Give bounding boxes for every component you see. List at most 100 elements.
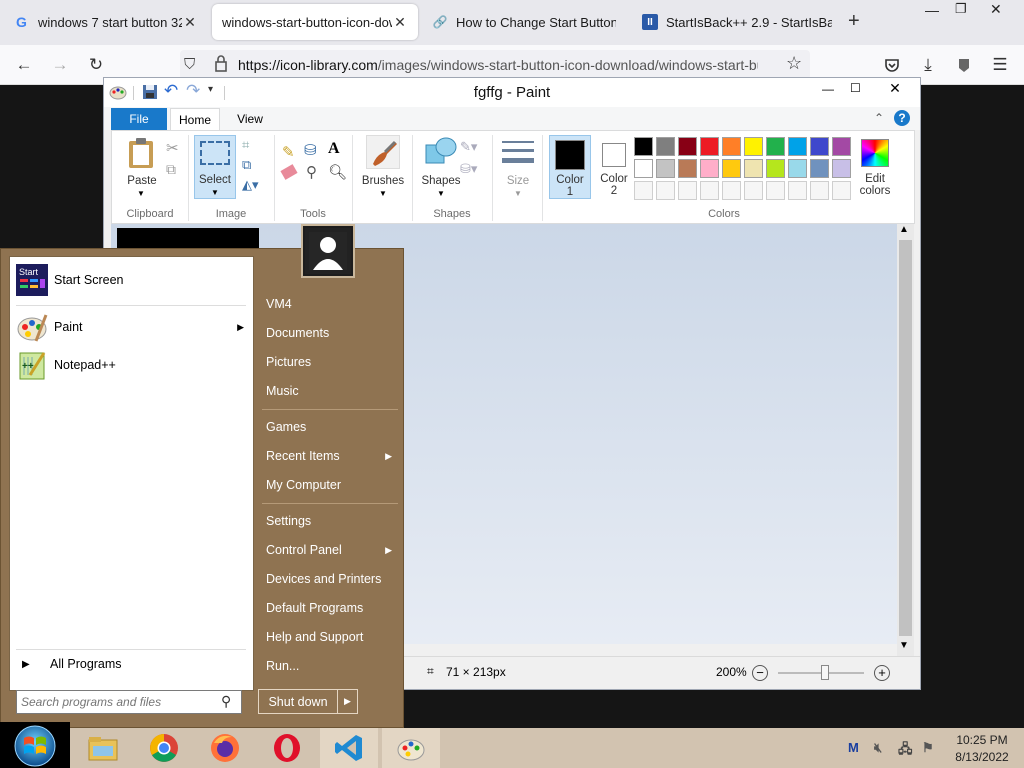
palette-swatch[interactable] — [722, 159, 741, 178]
taskbar-chrome[interactable] — [135, 728, 193, 768]
reload-icon[interactable]: ↻ — [84, 53, 108, 77]
clock-time[interactable]: 10:25 PM — [948, 733, 1016, 747]
start-search-input[interactable]: ⚲ — [16, 690, 242, 714]
paint-minimize-icon[interactable]: — — [822, 82, 834, 96]
lock-icon[interactable] — [214, 55, 228, 73]
palette-swatch[interactable] — [832, 137, 851, 156]
eraser-icon[interactable] — [280, 164, 298, 180]
paint-close-icon[interactable]: ✕ — [878, 80, 912, 100]
taskbar-file-explorer[interactable] — [74, 728, 132, 768]
zoom-in-icon[interactable]: + — [874, 665, 890, 681]
taskbar-vscode[interactable] — [320, 728, 378, 768]
start-right-run[interactable]: Run... — [258, 653, 398, 679]
menu-icon[interactable]: ☰ — [988, 53, 1012, 77]
paint-maximize-icon[interactable]: ☐ — [850, 81, 861, 95]
tab-home[interactable]: Home — [170, 108, 220, 130]
start-item-start-screen[interactable]: Start Start Screen — [16, 262, 248, 298]
browser-tab-1[interactable]: G windows 7 start button 32 x 3 ✕ — [4, 4, 208, 40]
color1-button[interactable]: Color 1 — [549, 135, 591, 199]
palette-swatch[interactable] — [634, 137, 653, 156]
start-right-games[interactable]: Games — [258, 414, 398, 440]
taskbar-paint[interactable] — [382, 728, 440, 768]
palette-swatch[interactable] — [700, 159, 719, 178]
tab-file[interactable]: File — [111, 108, 167, 130]
palette-swatch[interactable] — [810, 181, 829, 200]
fill-bucket-icon[interactable]: ⛁ — [304, 141, 317, 159]
edit-colors-button[interactable]: Edit colors — [855, 135, 895, 199]
browser-tab-4[interactable]: II StartIsBack++ 2.9 - StartIsBac — [632, 4, 842, 40]
rotate-icon[interactable]: ◭▾ — [242, 177, 259, 193]
taskbar-opera[interactable] — [258, 728, 316, 768]
palette-swatch[interactable] — [678, 181, 697, 200]
tab-view[interactable]: View — [228, 108, 272, 130]
palette-swatch[interactable] — [744, 181, 763, 200]
palette-swatch[interactable] — [810, 137, 829, 156]
vertical-scrollbar[interactable]: ▲ ▼ — [897, 224, 914, 656]
color2-button[interactable]: Color 2 — [594, 135, 634, 199]
palette-swatch[interactable] — [634, 159, 653, 178]
palette-swatch[interactable] — [634, 181, 653, 200]
palette-swatch[interactable] — [744, 159, 763, 178]
palette-swatch[interactable] — [832, 159, 851, 178]
start-right-default-programs[interactable]: Default Programs — [258, 595, 398, 621]
palette-swatch[interactable] — [810, 159, 829, 178]
zoom-out-icon[interactable]: − — [752, 665, 768, 681]
start-item-notepadpp[interactable]: ++ Notepad++ — [16, 347, 248, 383]
address-bar[interactable]: ⛉ https://icon-library.com/images/window… — [180, 50, 810, 80]
palette-swatch[interactable] — [766, 137, 785, 156]
start-right-settings[interactable]: Settings — [258, 508, 398, 534]
text-tool-icon[interactable]: A — [328, 140, 340, 158]
pencil-icon[interactable]: ✎ — [282, 143, 295, 161]
size-button[interactable]: Size ▼ — [498, 135, 538, 199]
start-search-field[interactable] — [21, 693, 217, 711]
paste-button[interactable]: Paste ▼ — [120, 135, 164, 199]
browser-tab-3[interactable]: 🔗 How to Change Start Button I — [422, 4, 626, 40]
shield-icon[interactable]: ⛉ — [184, 56, 195, 73]
clock-date[interactable]: 8/13/2022 — [948, 750, 1016, 764]
crop-icon[interactable]: ⌗ — [242, 137, 249, 153]
palette-swatch[interactable] — [744, 137, 763, 156]
minimize-icon[interactable]: — — [925, 2, 945, 18]
ribbon-collapse-icon[interactable]: ⌃ — [874, 111, 884, 125]
bookmark-star-icon[interactable]: ☆ — [786, 53, 802, 74]
start-right-devices-printers[interactable]: Devices and Printers — [258, 566, 398, 592]
start-right-control-panel[interactable]: Control Panel ▶ — [258, 537, 398, 563]
palette-swatch[interactable] — [788, 159, 807, 178]
copy-icon[interactable]: ⧉ — [166, 161, 176, 178]
close-window-icon[interactable]: ✕ — [990, 1, 1010, 18]
palette-swatch[interactable] — [766, 159, 785, 178]
shutdown-options-arrow-icon[interactable]: ▶ — [338, 696, 357, 707]
volume-muted-icon[interactable]: 🔇︎ — [874, 740, 882, 756]
taskbar-firefox[interactable] — [196, 728, 254, 768]
palette-swatch[interactable] — [788, 181, 807, 200]
browser-tab-2[interactable]: windows-start-button-icon-dow ✕ — [212, 4, 418, 40]
magnifier-icon[interactable]: 🔍︎ — [328, 163, 347, 181]
pocket-icon[interactable] — [880, 53, 904, 77]
palette-swatch[interactable] — [722, 181, 741, 200]
restore-icon[interactable]: ❐ — [955, 1, 975, 17]
cut-icon[interactable]: ✂ — [166, 139, 179, 157]
palette-swatch[interactable] — [766, 181, 785, 200]
start-right-my-computer[interactable]: My Computer — [258, 472, 398, 498]
palette-swatch[interactable] — [656, 159, 675, 178]
scroll-down-icon[interactable]: ▼ — [899, 640, 909, 651]
back-icon[interactable]: ← — [12, 53, 36, 77]
palette-swatch[interactable] — [700, 181, 719, 200]
palette-swatch[interactable] — [832, 181, 851, 200]
palette-swatch[interactable] — [678, 137, 697, 156]
palette-swatch[interactable] — [722, 137, 741, 156]
palette-swatch[interactable] — [788, 137, 807, 156]
help-icon[interactable]: ? — [894, 110, 910, 126]
resize-icon[interactable]: ⧉ — [242, 157, 251, 173]
download-icon[interactable]: ⤓ — [916, 53, 940, 77]
close-tab-icon[interactable]: ✕ — [392, 14, 408, 31]
shutdown-button[interactable]: Shut down ▶ — [258, 689, 358, 714]
action-center-icon[interactable]: ⚑ — [922, 740, 934, 756]
palette-swatch[interactable] — [656, 137, 675, 156]
palette-swatch[interactable] — [656, 181, 675, 200]
color-picker-icon[interactable]: ⚲ — [306, 163, 317, 181]
start-right-vm4[interactable]: VM4 — [258, 291, 398, 317]
palette-swatch[interactable] — [678, 159, 697, 178]
zoom-slider-thumb[interactable] — [821, 665, 829, 680]
start-right-music[interactable]: Music — [258, 378, 398, 404]
